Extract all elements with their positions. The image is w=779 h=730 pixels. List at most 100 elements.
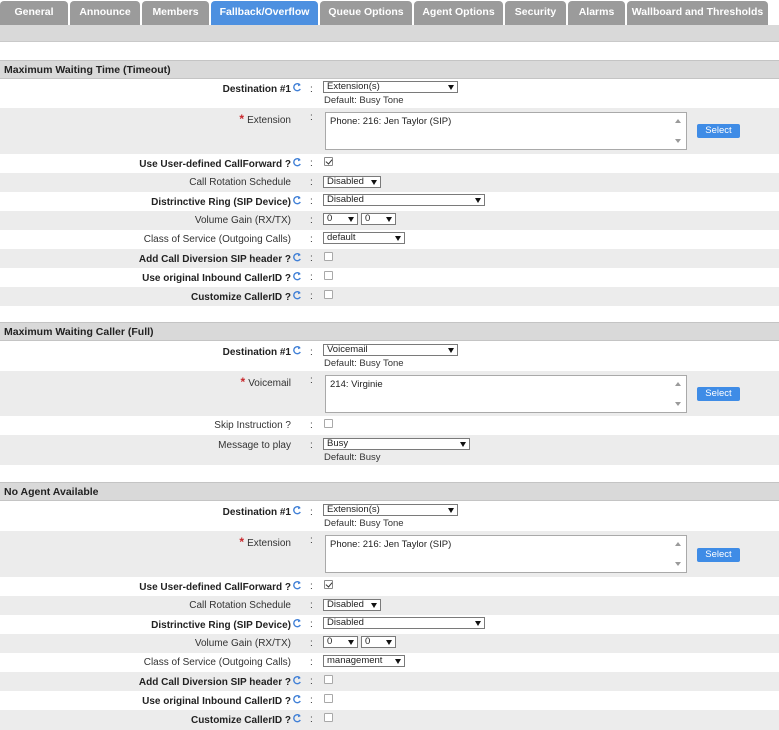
destination-select[interactable]: Extension(s) bbox=[323, 81, 458, 93]
chevron-down-icon bbox=[371, 603, 377, 608]
refresh-icon[interactable] bbox=[292, 675, 302, 686]
noagent-customize-cid-row: Customize CallerID ? : bbox=[0, 710, 779, 730]
extension-list-value: Phone: 216: Jen Taylor (SIP) bbox=[330, 116, 452, 127]
section-title-no-agent: No Agent Available bbox=[0, 482, 779, 501]
full-message-row: Message to play : Busy Default: Busy bbox=[0, 435, 779, 465]
refresh-icon[interactable] bbox=[292, 290, 302, 301]
destination-label: Destination #1 bbox=[222, 347, 291, 358]
scroll-down-icon[interactable] bbox=[675, 562, 681, 566]
original-cid-checkbox[interactable] bbox=[324, 694, 333, 703]
extension-list[interactable]: Phone: 216: Jen Taylor (SIP) bbox=[325, 535, 687, 573]
use-callforward-label: Use User-defined CallForward ? bbox=[139, 582, 291, 593]
chevron-down-icon bbox=[348, 640, 354, 645]
tab-queue-options[interactable]: Queue Options bbox=[320, 1, 412, 25]
tab-general[interactable]: General bbox=[0, 1, 68, 25]
refresh-icon[interactable] bbox=[292, 252, 302, 263]
refresh-icon[interactable] bbox=[292, 157, 302, 168]
noagent-gain-row: Volume Gain (RX/TX) : 0 0 bbox=[0, 634, 779, 653]
select-extension-button[interactable]: Select bbox=[697, 124, 740, 138]
diversion-checkbox[interactable] bbox=[324, 252, 333, 261]
original-cid-label: Use original Inbound CallerID ? bbox=[142, 696, 291, 707]
scroll-down-icon[interactable] bbox=[675, 139, 681, 143]
scrollbar[interactable] bbox=[670, 113, 686, 149]
required-star-icon: * bbox=[239, 535, 245, 549]
destination-select-value: Extension(s) bbox=[327, 504, 380, 515]
diversion-checkbox[interactable] bbox=[324, 675, 333, 684]
timeout-rotation-row: Call Rotation Schedule : Disabled bbox=[0, 173, 779, 192]
full-destination-row: Destination #1 : Voicemail Default: Busy… bbox=[0, 341, 779, 371]
select-voicemail-button[interactable]: Select bbox=[697, 387, 740, 401]
customize-cid-label: Customize CallerID ? bbox=[190, 292, 291, 303]
extension-list[interactable]: Phone: 216: Jen Taylor (SIP) bbox=[325, 112, 687, 150]
refresh-icon[interactable] bbox=[292, 271, 302, 282]
gain-rx-select[interactable]: 0 bbox=[323, 213, 358, 225]
refresh-icon[interactable] bbox=[292, 580, 302, 591]
gain-tx-select[interactable]: 0 bbox=[361, 636, 396, 648]
noagent-callforward-row: Use User-defined CallForward ? : bbox=[0, 577, 779, 596]
cos-select[interactable]: default bbox=[323, 232, 405, 244]
message-select[interactable]: Busy bbox=[323, 438, 470, 450]
tab-members[interactable]: Members bbox=[142, 1, 209, 25]
scroll-down-icon[interactable] bbox=[675, 402, 681, 406]
refresh-icon[interactable] bbox=[292, 694, 302, 705]
message-select-value: Busy bbox=[327, 438, 349, 449]
voicemail-list-value: 214: Virginie bbox=[330, 379, 383, 390]
chevron-down-icon bbox=[475, 198, 481, 203]
timeout-original-cid-row: Use original Inbound CallerID ? : bbox=[0, 268, 779, 287]
voicemail-label: Voicemail bbox=[248, 378, 291, 389]
select-extension-button[interactable]: Select bbox=[697, 548, 740, 562]
gain-rx-select[interactable]: 0 bbox=[323, 636, 358, 648]
tab-security[interactable]: Security bbox=[505, 1, 566, 25]
use-callforward-checkbox[interactable] bbox=[324, 580, 333, 589]
use-callforward-label: Use User-defined CallForward ? bbox=[139, 159, 291, 170]
chevron-down-icon bbox=[448, 508, 454, 513]
tab-agent-options[interactable]: Agent Options bbox=[414, 1, 503, 25]
ring-select[interactable]: Disabled bbox=[323, 617, 485, 629]
chevron-down-icon bbox=[448, 348, 454, 353]
original-cid-checkbox[interactable] bbox=[324, 271, 333, 280]
refresh-icon[interactable] bbox=[292, 82, 302, 93]
cos-select[interactable]: management bbox=[323, 655, 405, 667]
refresh-icon[interactable] bbox=[292, 345, 302, 356]
use-callforward-checkbox[interactable] bbox=[324, 157, 333, 166]
chevron-down-icon bbox=[386, 217, 392, 222]
rotation-select[interactable]: Disabled bbox=[323, 599, 381, 611]
refresh-icon[interactable] bbox=[292, 713, 302, 724]
ring-select[interactable]: Disabled bbox=[323, 194, 485, 206]
tab-alarms[interactable]: Alarms bbox=[568, 1, 625, 25]
refresh-icon[interactable] bbox=[292, 195, 302, 206]
refresh-icon[interactable] bbox=[292, 618, 302, 629]
noagent-cos-row: Class of Service (Outgoing Calls) : mana… bbox=[0, 653, 779, 672]
destination-select-value: Extension(s) bbox=[327, 81, 380, 92]
gain-label: Volume Gain (RX/TX) bbox=[194, 215, 291, 226]
chevron-down-icon bbox=[475, 621, 481, 626]
scrollbar[interactable] bbox=[670, 376, 686, 412]
voicemail-list[interactable]: 214: Virginie bbox=[325, 375, 687, 413]
cos-select-value: management bbox=[327, 655, 383, 666]
skip-checkbox[interactable] bbox=[324, 419, 333, 428]
ring-select-value: Disabled bbox=[327, 617, 364, 628]
scroll-up-icon[interactable] bbox=[675, 382, 681, 386]
cos-select-value: default bbox=[327, 232, 356, 243]
customize-cid-checkbox[interactable] bbox=[324, 290, 333, 299]
scrollbar[interactable] bbox=[670, 536, 686, 572]
refresh-icon[interactable] bbox=[292, 505, 302, 516]
timeout-gain-row: Volume Gain (RX/TX) : 0 0 bbox=[0, 211, 779, 230]
chevron-down-icon bbox=[395, 236, 401, 241]
required-star-icon: * bbox=[239, 112, 245, 126]
tab-wallboard-thresholds[interactable]: Wallboard and Thresholds bbox=[627, 1, 768, 25]
destination-select[interactable]: Voicemail bbox=[323, 344, 458, 356]
cos-label: Class of Service (Outgoing Calls) bbox=[143, 234, 291, 245]
tab-bar: General Announce Members Fallback/Overfl… bbox=[0, 0, 779, 25]
chevron-down-icon bbox=[448, 85, 454, 90]
noagent-original-cid-row: Use original Inbound CallerID ? : bbox=[0, 691, 779, 710]
rotation-select[interactable]: Disabled bbox=[323, 176, 381, 188]
customize-cid-checkbox[interactable] bbox=[324, 713, 333, 722]
scroll-up-icon[interactable] bbox=[675, 119, 681, 123]
destination-select[interactable]: Extension(s) bbox=[323, 504, 458, 516]
scroll-up-icon[interactable] bbox=[675, 542, 681, 546]
gain-tx-select[interactable]: 0 bbox=[361, 213, 396, 225]
rotation-select-value: Disabled bbox=[327, 176, 364, 187]
tab-announce[interactable]: Announce bbox=[70, 1, 140, 25]
tab-fallback-overflow[interactable]: Fallback/Overflow bbox=[211, 1, 318, 25]
